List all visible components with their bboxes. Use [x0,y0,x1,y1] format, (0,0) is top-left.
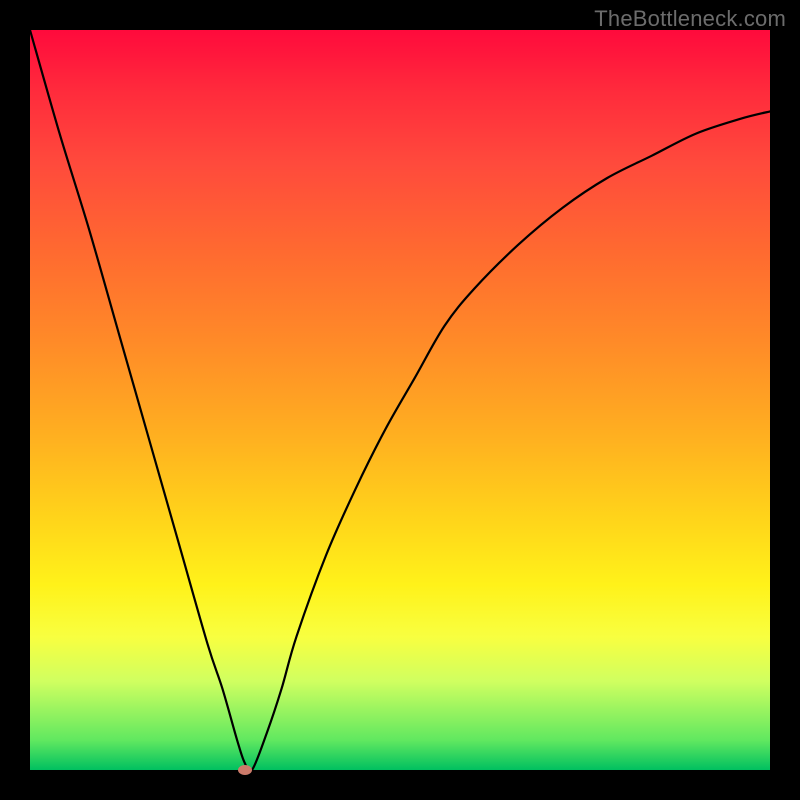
bottleneck-curve [30,30,770,772]
plot-area [30,30,770,770]
watermark-text: TheBottleneck.com [594,6,786,32]
curve-svg [30,30,770,770]
minimum-marker [238,765,252,775]
chart-frame: TheBottleneck.com [0,0,800,800]
